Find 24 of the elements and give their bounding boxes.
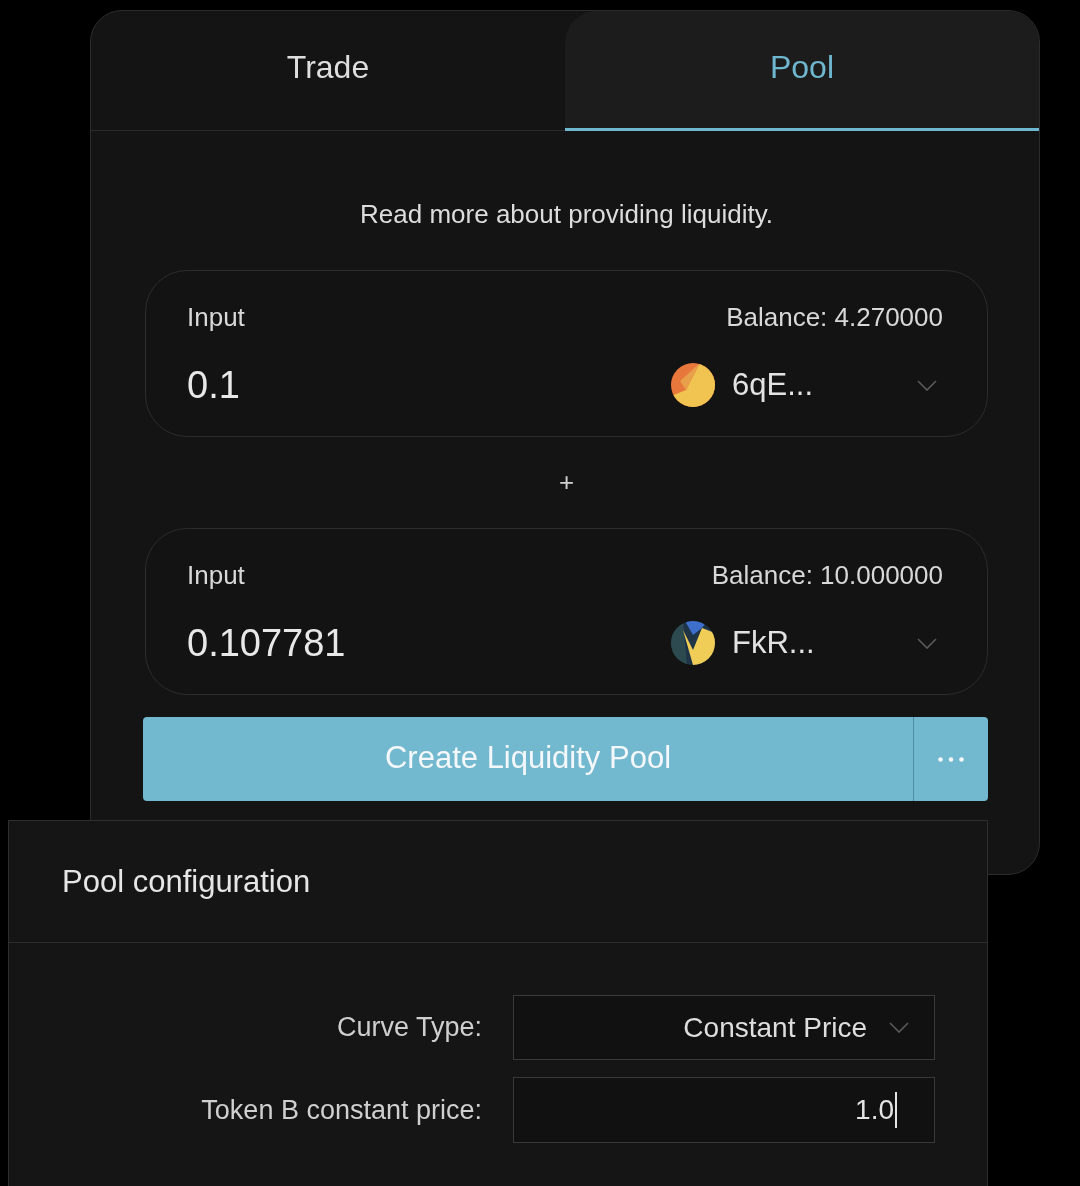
- balance-text: Balance: 10.000000: [711, 559, 943, 591]
- price-input[interactable]: 1.0: [513, 1077, 935, 1143]
- panel-title: Pool configuration: [62, 863, 311, 900]
- field-label: Curve Type:: [336, 1012, 482, 1043]
- liquidity-info-link[interactable]: Read more about providing liquidity.: [360, 199, 773, 229]
- token-icon: [671, 621, 715, 665]
- field-label: Token B constant price:: [201, 1094, 482, 1126]
- more-options-button[interactable]: [913, 717, 988, 801]
- token-selector[interactable]: 6qE...: [671, 360, 943, 410]
- tab[interactable]: Pool: [565, 11, 1039, 131]
- amount-input[interactable]: 0.107781: [187, 618, 607, 668]
- input-label: Input: [187, 559, 245, 591]
- balance-text: Balance: 4.270000: [726, 301, 943, 333]
- chevron-down-icon: [917, 379, 937, 391]
- amount-input[interactable]: 0.1: [187, 360, 607, 410]
- chevron-down-icon: [917, 637, 937, 649]
- tab[interactable]: Trade: [91, 11, 565, 131]
- input-label: Input: [187, 301, 245, 333]
- chevron-down-icon: [889, 1022, 909, 1033]
- curve-type-select[interactable]: Constant Price: [513, 995, 935, 1060]
- more-icon: [938, 756, 964, 762]
- plus-sign: +: [558, 467, 575, 497]
- token-selector[interactable]: FkR...: [671, 618, 943, 668]
- token-icon: [671, 363, 715, 407]
